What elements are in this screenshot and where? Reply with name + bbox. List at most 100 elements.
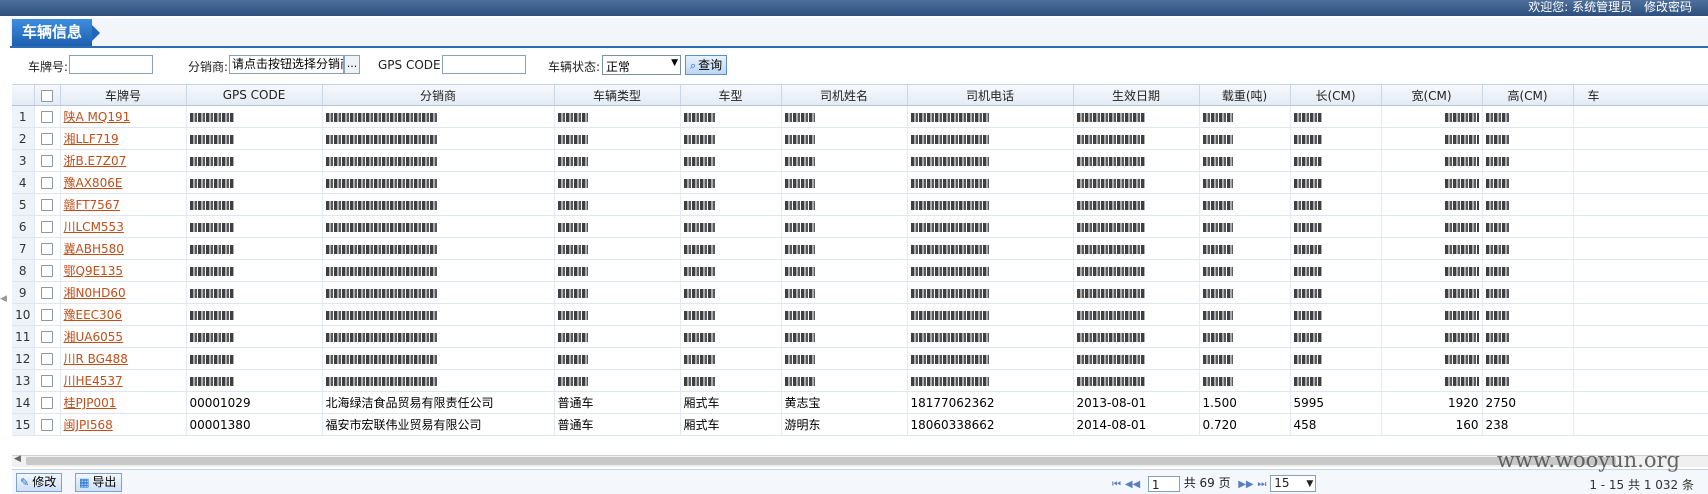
table-row[interactable]: 5 赣FT7567 <box>12 193 1708 216</box>
plate-cell: 赣FT7567 <box>60 193 187 216</box>
row-checkbox[interactable] <box>34 149 61 172</box>
date-cell-redacted <box>1073 347 1200 370</box>
export-button[interactable]: ▦ 导出 <box>75 473 123 492</box>
row-checkbox[interactable] <box>34 369 61 392</box>
date-cell-redacted <box>1073 303 1200 326</box>
row-checkbox[interactable] <box>34 193 61 216</box>
scrollbar-thumb[interactable] <box>26 457 1616 465</box>
plate-input[interactable] <box>69 55 153 74</box>
phone-cell-redacted <box>907 105 1074 128</box>
col-header[interactable]: 车牌号 <box>60 85 187 106</box>
plate-link[interactable]: 陕A MQ191 <box>64 110 131 124</box>
search-button[interactable]: ⌕ 查询 <box>685 55 728 75</box>
col-header[interactable]: 长(CM) <box>1290 85 1382 106</box>
distributor-input[interactable]: 请点击按钮选择分销商 <box>229 55 344 74</box>
status-select[interactable]: 正常 ▼ <box>602 55 681 75</box>
plate-link[interactable]: 川LCM553 <box>64 220 124 234</box>
plate-link[interactable]: 冀ABH580 <box>64 242 124 256</box>
height-cell-redacted <box>1482 193 1574 216</box>
col-header[interactable]: 分销商 <box>322 85 555 106</box>
width-cell-redacted <box>1381 303 1483 326</box>
table-row[interactable]: 14 桂PJP001 00001029 北海绿洁食品贸易有限责任公司 普通车 厢式车 黄志宝… <box>12 391 1708 414</box>
table-row[interactable]: 6 川LCM553 <box>12 215 1708 238</box>
row-checkbox[interactable] <box>34 413 61 436</box>
plate-link[interactable]: 闽JPI568 <box>64 418 113 432</box>
table-row[interactable]: 4 豫AX806E <box>12 171 1708 194</box>
page-total: 共 69 页 <box>1183 476 1231 490</box>
date-cell-redacted <box>1073 127 1200 150</box>
row-checkbox[interactable] <box>34 237 61 260</box>
row-checkbox[interactable] <box>34 325 61 348</box>
row-checkbox[interactable] <box>34 303 61 326</box>
type-cell-redacted <box>554 259 681 282</box>
scroll-left-icon[interactable]: ◀ <box>14 454 21 464</box>
col-header[interactable]: GPS CODE <box>186 85 323 106</box>
distributor-pick-button[interactable]: ... <box>344 55 360 74</box>
table-row[interactable]: 12 川R BG488 <box>12 347 1708 370</box>
col-header[interactable]: 车辆类型 <box>554 85 681 106</box>
table-row[interactable]: 10 豫EEC306 <box>12 303 1708 326</box>
row-checkbox[interactable] <box>34 105 61 128</box>
row-checkbox[interactable] <box>34 127 61 150</box>
col-header[interactable]: 宽(CM) <box>1381 85 1483 106</box>
table-row[interactable]: 15 闽JPI568 00001380 福安市宏联伟业贸易有限公司 普通车 厢式车 游明东 1… <box>12 413 1708 436</box>
table-row[interactable]: 11 湘UA6055 <box>12 325 1708 348</box>
driver-cell-redacted <box>781 237 908 260</box>
load-cell-redacted <box>1199 259 1291 282</box>
row-checkbox[interactable] <box>34 347 61 370</box>
table-row[interactable]: 7 冀ABH580 <box>12 237 1708 260</box>
table-row[interactable]: 3 浙B.E7Z07 <box>12 149 1708 172</box>
row-checkbox[interactable] <box>34 391 61 414</box>
col-header[interactable]: 高(CM) <box>1482 85 1574 106</box>
next-page-icon[interactable]: ▶▶ <box>1238 479 1253 490</box>
plate-link[interactable]: 川R BG488 <box>64 352 128 366</box>
table-row[interactable]: 13 川HE4537 <box>12 369 1708 392</box>
plate-link[interactable]: 豫EEC306 <box>64 308 122 322</box>
width-cell-redacted <box>1381 127 1483 150</box>
row-checkbox[interactable] <box>34 171 61 194</box>
page-size-select[interactable]: 15 ▼ <box>1270 475 1317 492</box>
collapse-handle-icon[interactable]: ◀ <box>0 294 7 310</box>
row-checkbox[interactable] <box>34 259 61 282</box>
gps-input[interactable] <box>442 55 526 74</box>
height-cell-redacted <box>1482 325 1574 348</box>
plate-link[interactable]: 湘LLF719 <box>64 132 119 146</box>
width-cell-redacted <box>1381 325 1483 348</box>
distributor-cell: 福安市宏联伟业贸易有限公司 <box>322 413 555 436</box>
change-password-link[interactable]: 修改密码 <box>1644 0 1692 14</box>
col-header[interactable]: 司机姓名 <box>781 85 908 106</box>
horizontal-scrollbar[interactable]: ◀ <box>12 454 1708 467</box>
length-cell-redacted <box>1290 193 1382 216</box>
col-header[interactable]: 车 <box>1573 85 1708 106</box>
extra-cell <box>1573 413 1708 436</box>
phone-cell-redacted <box>907 347 1074 370</box>
table-row[interactable]: 8 鄂Q9E135 <box>12 259 1708 282</box>
plate-link[interactable]: 川HE4537 <box>64 374 123 388</box>
row-checkbox[interactable] <box>34 215 61 238</box>
col-header[interactable]: 生效日期 <box>1073 85 1200 106</box>
table-row[interactable]: 9 湘N0HD60 <box>12 281 1708 304</box>
plate-link[interactable]: 桂PJP001 <box>64 396 117 410</box>
plate-link[interactable]: 浙B.E7Z07 <box>64 154 127 168</box>
plate-link[interactable]: 豫AX806E <box>64 176 123 190</box>
first-page-icon[interactable]: ⏮ <box>1112 479 1121 490</box>
plate-link[interactable]: 湘UA6055 <box>64 330 124 344</box>
page-number-input[interactable]: 1 <box>1147 475 1180 492</box>
col-header[interactable]: 载重(吨) <box>1199 85 1291 106</box>
plate-link[interactable]: 鄂Q9E135 <box>64 264 124 278</box>
plate-link[interactable]: 赣FT7567 <box>64 198 121 212</box>
edit-button[interactable]: ✎ 修改 <box>16 473 63 492</box>
plate-link[interactable]: 湘N0HD60 <box>64 286 126 300</box>
table-row[interactable]: 2 湘LLF719 <box>12 127 1708 150</box>
date-cell-redacted <box>1073 149 1200 172</box>
select-all-checkbox[interactable] <box>34 85 61 106</box>
width-cell-redacted <box>1381 105 1483 128</box>
table-row[interactable]: 1 陕A MQ191 <box>12 105 1708 128</box>
col-header[interactable]: 车型 <box>680 85 782 106</box>
last-page-icon[interactable]: ⏭ <box>1257 479 1266 490</box>
prev-page-icon[interactable]: ◀◀ <box>1125 479 1140 490</box>
row-checkbox[interactable] <box>34 281 61 304</box>
col-header[interactable]: 司机电话 <box>907 85 1074 106</box>
type-cell: 普通车 <box>554 391 681 414</box>
model-cell-redacted <box>680 347 782 370</box>
